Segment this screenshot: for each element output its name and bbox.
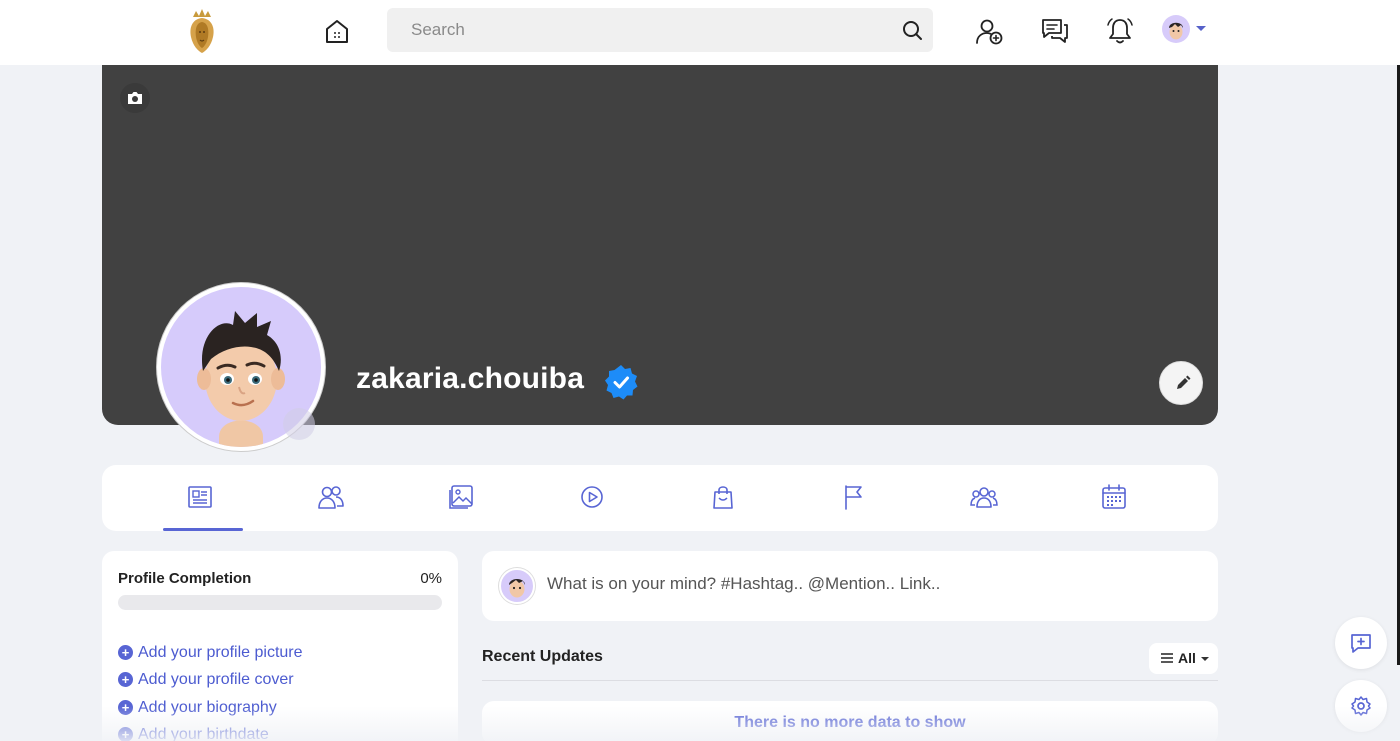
home-icon[interactable] <box>322 16 352 46</box>
composer-placeholder[interactable]: What is on your mind? #Hashtag.. @Mentio… <box>547 574 940 594</box>
new-chat-button[interactable] <box>1335 617 1387 669</box>
tab-shop[interactable] <box>706 480 740 514</box>
photos-icon <box>449 485 473 509</box>
pages-flag-icon <box>845 485 862 510</box>
groups-icon <box>970 487 998 508</box>
chat-plus-icon <box>1351 634 1371 653</box>
verified-badge-icon <box>603 364 639 400</box>
profile-completion-title: Profile Completion <box>118 570 252 587</box>
messages-icon[interactable] <box>1040 16 1070 46</box>
search-input[interactable] <box>387 8 933 52</box>
recent-updates-title: Recent Updates <box>482 648 603 665</box>
top-navbar <box>0 0 1400 65</box>
profile-username: zakaria.chouiba <box>356 362 585 395</box>
search-icon[interactable] <box>901 19 923 41</box>
news-feed-icon <box>188 486 212 508</box>
events-calendar-icon <box>1102 484 1126 509</box>
divider <box>482 680 1218 681</box>
tab-videos[interactable] <box>575 480 609 514</box>
search-bar <box>387 8 933 52</box>
camera-icon[interactable] <box>120 83 150 113</box>
gear-icon <box>1351 696 1371 716</box>
settings-button[interactable] <box>1335 680 1387 732</box>
friends-icon <box>318 486 344 509</box>
profile-completion-percent: 0% <box>420 570 442 587</box>
chevron-down-icon <box>1201 657 1209 661</box>
plus-circle-icon: + <box>118 700 133 715</box>
tab-timeline[interactable] <box>183 480 217 514</box>
tab-friends[interactable] <box>314 480 348 514</box>
empty-feed-message: There is no more data to show <box>482 701 1218 741</box>
notifications-bell-icon[interactable] <box>1105 16 1135 46</box>
add-friend-icon[interactable] <box>974 16 1004 46</box>
profile-completion-progress <box>118 595 442 610</box>
shop-bag-icon <box>713 486 733 509</box>
avatar <box>1162 15 1190 43</box>
active-tab-indicator <box>163 528 243 531</box>
lion-logo-icon[interactable] <box>186 8 218 54</box>
edit-cover-button[interactable] <box>1159 361 1203 405</box>
profile-tabs <box>102 465 1218 531</box>
videos-icon <box>581 486 603 508</box>
avatar <box>499 568 535 604</box>
change-avatar-camera-icon[interactable] <box>283 408 315 440</box>
tab-pages[interactable] <box>836 480 870 514</box>
user-menu[interactable] <box>1162 15 1210 43</box>
plus-circle-icon: + <box>118 727 133 741</box>
plus-circle-icon: + <box>118 672 133 687</box>
tab-photos[interactable] <box>444 480 478 514</box>
tab-groups[interactable] <box>967 480 1001 514</box>
tab-events[interactable] <box>1097 480 1131 514</box>
list-icon <box>1161 653 1173 663</box>
feed-filter-dropdown[interactable]: All <box>1149 643 1218 674</box>
post-composer[interactable]: What is on your mind? #Hashtag.. @Mentio… <box>482 551 1218 621</box>
profile-completion-card: Profile Completion 0% + Add your profile… <box>102 551 458 741</box>
pencil-icon <box>1177 375 1191 389</box>
chevron-down-icon <box>1196 26 1206 31</box>
plus-circle-icon: + <box>118 645 133 660</box>
